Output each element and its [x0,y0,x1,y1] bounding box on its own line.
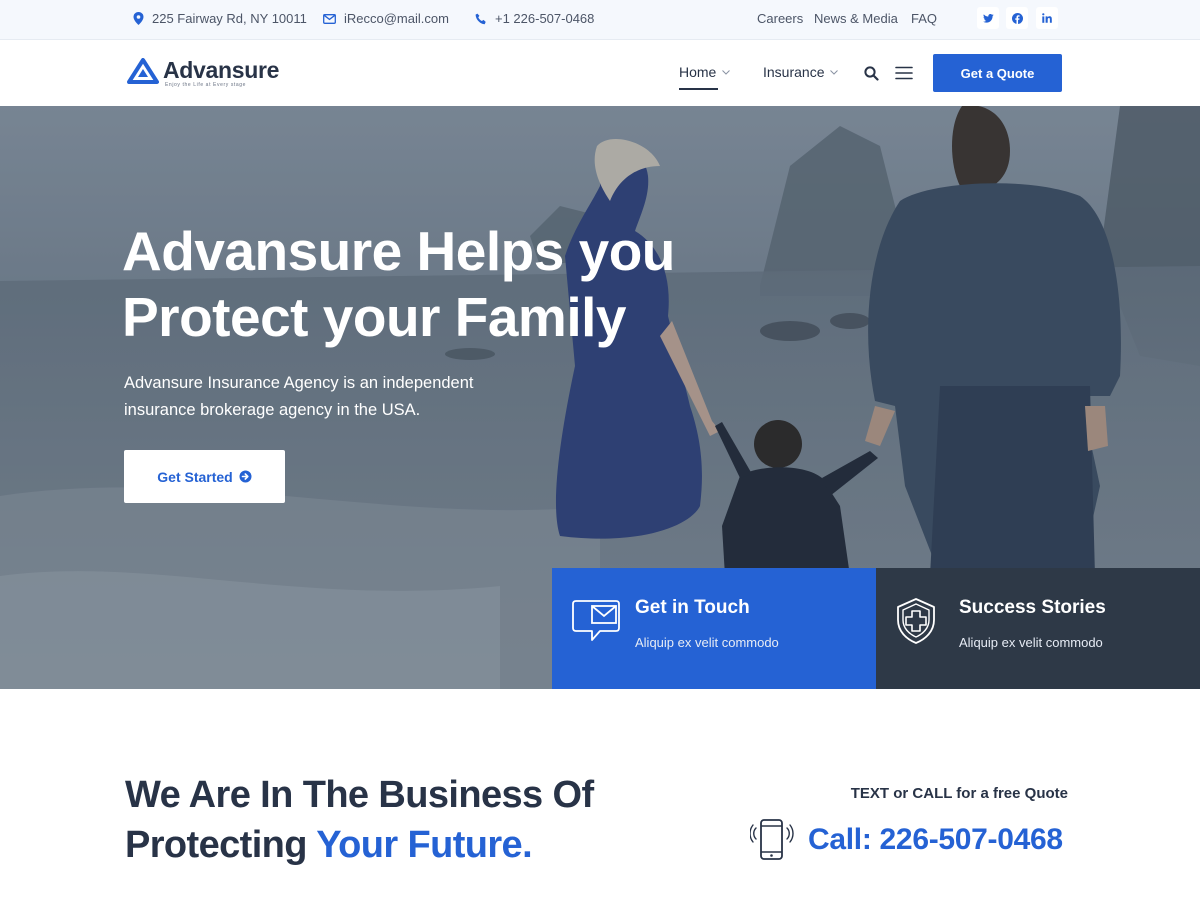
menu-icon[interactable] [895,66,913,80]
phone-icon [475,13,486,24]
business-heading-plain: Protecting [125,824,317,866]
nav-home-label: Home [679,64,717,80]
hero-title: Advansure Helps you Protect your Family [122,218,742,350]
phone-text[interactable]: +1 226-507-0468 [495,11,594,26]
twitter-button[interactable] [977,7,999,29]
linkedin-icon [1042,13,1052,23]
envelope-icon [323,13,336,24]
link-faq[interactable]: FAQ [911,11,937,26]
get-in-touch-card[interactable]: Get in Touch Aliquip ex velit commodo [552,568,876,689]
nav-insurance[interactable]: Insurance [763,64,839,80]
business-heading: We Are In The Business Of Protecting You… [125,770,594,870]
chevron-down-icon [830,69,839,75]
link-careers[interactable]: Careers [757,11,803,26]
call-phone-number[interactable]: Call: 226-507-0468 [808,823,1063,857]
email-info[interactable]: iRecco@mail.com [323,11,449,26]
card-text: Aliquip ex velit commodo [959,635,1103,650]
business-heading-line-2: Protecting Your Future. [125,820,594,870]
facebook-icon [1011,12,1023,24]
email-text[interactable]: iRecco@mail.com [344,11,449,26]
link-news-media[interactable]: News & Media [814,11,898,26]
nav-insurance-label: Insurance [763,64,825,80]
hero-title-line-1: Advansure Helps you [122,220,675,282]
card-text: Aliquip ex velit commodo [635,635,779,650]
twitter-icon [982,13,994,23]
card-title: Success Stories [959,597,1106,618]
address-info: 225 Fairway Rd, NY 10011 [133,11,307,26]
nav-home[interactable]: Home [679,64,731,80]
get-started-label: Get Started [157,468,233,485]
arrow-circle-right-icon [239,470,252,483]
location-pin-icon [133,12,144,25]
phone-info[interactable]: +1 226-507-0468 [475,11,594,26]
hero-title-line-2: Protect your Family [122,286,626,348]
chat-mail-icon [572,600,620,641]
logo[interactable]: Advansure Enjoy the Life at Every stage [127,58,279,88]
address-text: 225 Fairway Rd, NY 10011 [152,11,307,26]
facebook-button[interactable] [1006,7,1028,29]
logo-mark-icon [127,58,159,84]
get-started-button[interactable]: Get Started [124,450,285,503]
cta-label: TEXT or CALL for a free Quote [850,785,1068,802]
success-stories-card[interactable]: Success Stories Aliquip ex velit commodo [876,568,1200,689]
shield-plus-icon [897,598,935,644]
linkedin-button[interactable] [1036,7,1058,29]
hero-subtitle: Advansure Insurance Agency is an indepen… [124,374,474,419]
business-heading-line-1: We Are In The Business Of [125,774,594,816]
nav-active-indicator [679,88,718,90]
logo-name: Advansure [163,57,280,83]
top-bar: 225 Fairway Rd, NY 10011 iRecco@mail.com… [0,0,1200,40]
hero-section: Advansure Helps you Protect your Family … [0,106,1200,689]
chevron-down-icon [722,69,731,75]
card-title: Get in Touch [635,597,750,618]
smartphone-ringing-icon [750,819,794,860]
business-heading-accent: Your Future. [316,824,533,866]
search-icon[interactable] [864,66,879,81]
get-a-quote-button[interactable]: Get a Quote [933,54,1062,92]
